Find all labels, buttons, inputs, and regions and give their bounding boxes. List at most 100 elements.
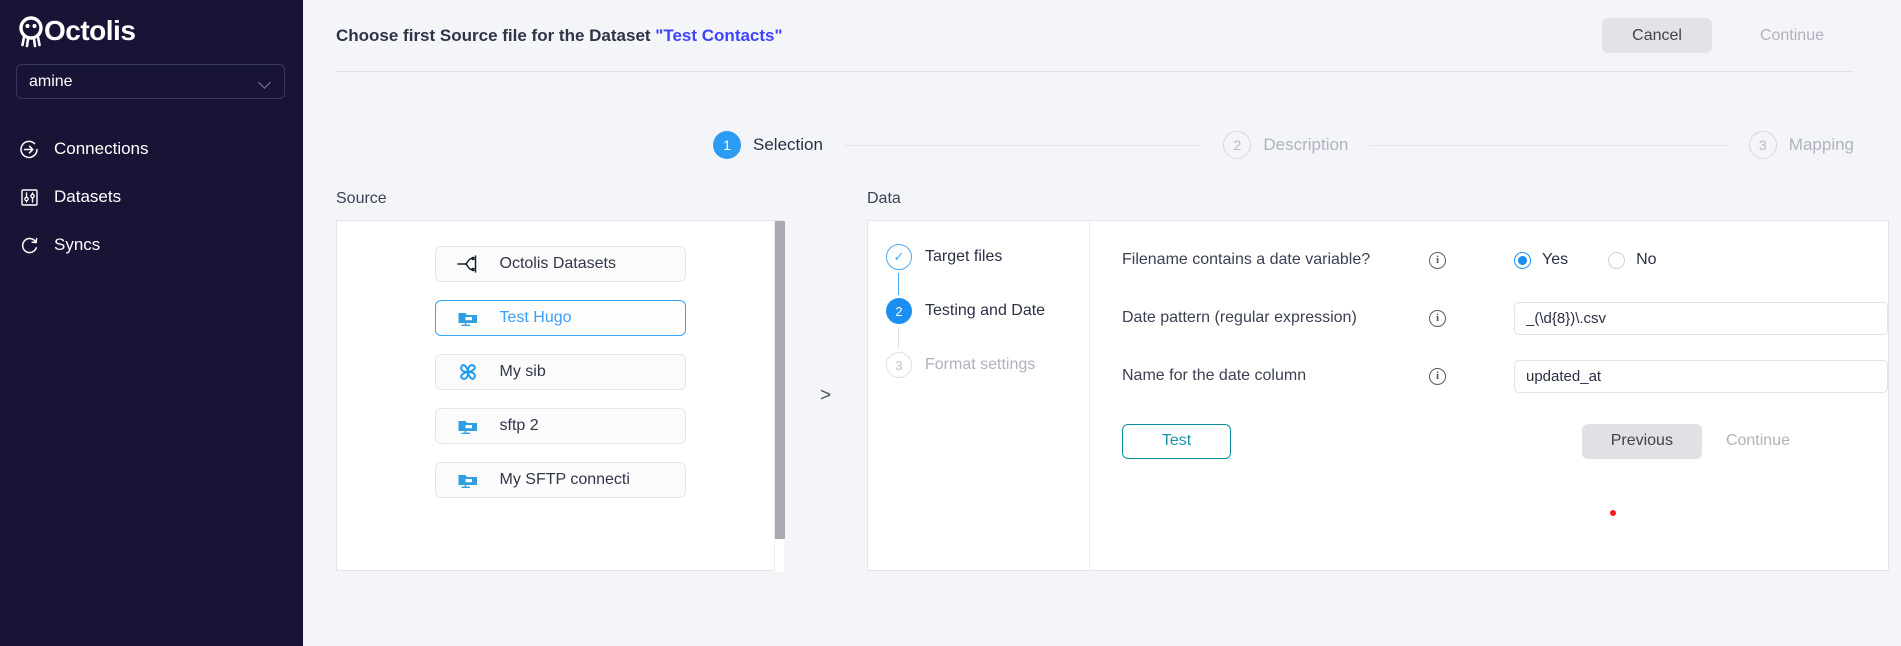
data-form: Filename contains a date variable? i Yes xyxy=(1090,221,1888,570)
data-panel: Data ✓ Target files 2 Testing and Date 3… xyxy=(867,190,1889,571)
page-title: Choose first Source file for the Dataset… xyxy=(336,26,783,46)
continue-button[interactable]: Continue xyxy=(1722,424,1794,459)
octopus-logo-icon xyxy=(16,14,46,48)
source-item-label: sftp 2 xyxy=(499,417,539,434)
arrow-glyph: > xyxy=(819,384,832,406)
sftp-folder-icon xyxy=(436,308,500,328)
form-label: Name for the date column xyxy=(1122,367,1307,384)
page-header: Choose first Source file for the Dataset… xyxy=(303,0,1901,71)
chevron-right-icon: > xyxy=(784,220,867,571)
octolis-datasets-icon xyxy=(436,254,500,274)
source-item-my-sib[interactable]: My sib xyxy=(434,354,686,390)
substep-label: Format settings xyxy=(925,356,1036,373)
sidebar-item-label: Connections xyxy=(54,139,149,158)
form-row-date-variable: Filename contains a date variable? i Yes xyxy=(1090,243,1888,277)
source-item-label: My sib xyxy=(499,363,546,380)
substep-connector xyxy=(898,273,899,295)
step-connector xyxy=(1370,144,1727,146)
source-list: Octolis Datasets Test Hugo My sib sftp 2… xyxy=(434,246,686,570)
step-number: 2 xyxy=(1223,131,1252,159)
substep-number: 2 xyxy=(886,298,912,324)
field-container xyxy=(1514,301,1888,335)
substep-format-settings[interactable]: 3 Format settings xyxy=(886,351,1089,379)
date-pattern-input[interactable] xyxy=(1514,301,1888,335)
sidebar-item-connections[interactable]: Connections xyxy=(0,125,303,173)
main-content: Choose first Source file for the Dataset… xyxy=(303,0,1901,646)
page-title-prefix: Choose first Source file for the Dataset xyxy=(336,25,656,45)
field-container xyxy=(1514,359,1888,393)
form-label: Date pattern (regular expression) xyxy=(1122,309,1357,326)
radio-label: Yes xyxy=(1542,251,1569,268)
source-list-container: Octolis Datasets Test Hugo My sib sftp 2… xyxy=(336,220,785,572)
step-description[interactable]: 2 Description xyxy=(1223,131,1348,159)
date-column-name-input[interactable] xyxy=(1514,359,1888,393)
refresh-circle-icon xyxy=(19,235,40,256)
source-item-label: My SFTP connecti xyxy=(499,471,630,488)
radio-yes[interactable]: Yes xyxy=(1514,251,1568,269)
chevron-down-icon xyxy=(260,78,272,85)
source-panel: Source Octolis Datasets Test Hugo My sib… xyxy=(336,190,785,572)
step-selection[interactable]: 1 Selection xyxy=(713,131,823,159)
info-icon[interactable]: i xyxy=(1429,367,1446,385)
workspace-selector[interactable]: amine xyxy=(16,64,285,99)
form-label: Filename contains a date variable? xyxy=(1122,251,1371,268)
info-icon[interactable]: i xyxy=(1429,309,1446,327)
source-list-scrollbar[interactable] xyxy=(774,221,785,572)
cancel-button[interactable]: Cancel xyxy=(1602,18,1712,53)
sendinblue-icon xyxy=(436,360,500,384)
source-item-my-sftp-connection[interactable]: My SFTP connecti xyxy=(434,462,686,498)
sftp-folder-icon xyxy=(436,470,500,490)
app-root: Octolis amine Connections Datasets Syncs… xyxy=(0,0,1901,646)
data-panel-body: ✓ Target files 2 Testing and Date 3 Form… xyxy=(867,220,1889,571)
header-divider xyxy=(336,71,1854,72)
wizard-stepper: 1 Selection 2 Description 3 Mapping xyxy=(713,131,1854,159)
arrow-into-circle-icon xyxy=(19,139,40,160)
source-item-sftp-2[interactable]: sftp 2 xyxy=(434,408,686,444)
step-label: Selection xyxy=(753,135,823,154)
source-item-test-hugo[interactable]: Test Hugo xyxy=(434,300,686,336)
brand-logo[interactable]: Octolis xyxy=(0,0,303,48)
form-row-date-pattern: Date pattern (regular expression) i xyxy=(1090,301,1888,335)
workspace-name: amine xyxy=(29,72,73,90)
sidebar: Octolis amine Connections Datasets Syncs xyxy=(0,0,303,646)
substep-label: Testing and Date xyxy=(925,302,1046,319)
step-number: 3 xyxy=(1748,131,1777,159)
step-number: 1 xyxy=(713,131,741,159)
continue-button-top[interactable]: Continue xyxy=(1730,18,1854,53)
sidebar-item-datasets[interactable]: Datasets xyxy=(0,173,303,221)
data-substepper: ✓ Target files 2 Testing and Date 3 Form… xyxy=(868,221,1090,570)
radio-dot-icon xyxy=(1514,251,1531,269)
source-item-octolis-datasets[interactable]: Octolis Datasets xyxy=(434,246,686,282)
wizard-panels: Source Octolis Datasets Test Hugo My sib… xyxy=(336,190,1889,572)
step-label: Mapping xyxy=(1788,135,1855,154)
scrollbar-thumb[interactable] xyxy=(775,221,785,539)
source-heading: Source xyxy=(336,190,387,207)
sidebar-nav: Connections Datasets Syncs xyxy=(0,125,303,269)
substep-number: ✓ xyxy=(886,244,912,270)
test-button[interactable]: Test xyxy=(1122,423,1231,459)
field-container: Yes No xyxy=(1514,251,1888,269)
step-connector xyxy=(844,144,1202,146)
step-mapping[interactable]: 3 Mapping xyxy=(1748,131,1855,159)
sftp-folder-icon xyxy=(436,416,500,436)
radio-dot-icon xyxy=(1608,251,1626,269)
info-icon[interactable]: i xyxy=(1429,251,1446,269)
sidebar-item-label: Datasets xyxy=(54,187,122,206)
brand-name: Octolis xyxy=(44,15,136,46)
substep-number: 3 xyxy=(886,352,912,378)
step-label: Description xyxy=(1263,135,1349,154)
sidebar-item-label: Syncs xyxy=(54,235,101,254)
substep-target-files[interactable]: ✓ Target files xyxy=(886,243,1089,271)
previous-button[interactable]: Previous xyxy=(1581,423,1702,459)
substep-connector xyxy=(898,327,899,349)
sliders-square-icon xyxy=(19,187,40,208)
sidebar-item-syncs[interactable]: Syncs xyxy=(0,221,303,269)
footer-nav-buttons: Previous Continue xyxy=(1581,423,1888,459)
dataset-name: "Test Contacts" xyxy=(655,25,783,45)
source-item-label: Test Hugo xyxy=(499,309,572,326)
header-actions: Cancel Continue xyxy=(1602,18,1854,53)
radio-no[interactable]: No xyxy=(1608,251,1657,269)
date-variable-radio-group: Yes No xyxy=(1514,251,1888,269)
data-heading: Data xyxy=(867,190,901,207)
substep-testing-and-date[interactable]: 2 Testing and Date xyxy=(886,297,1089,325)
